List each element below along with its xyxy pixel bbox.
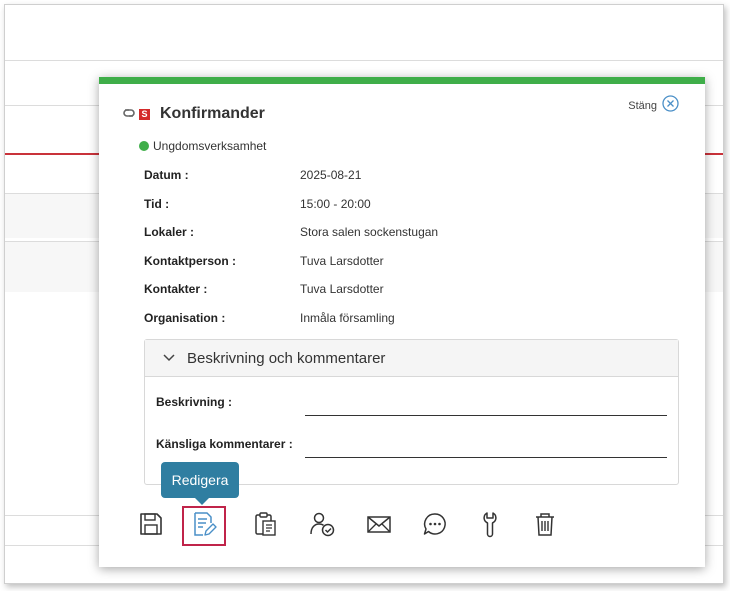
dialog-title: Konfirmander xyxy=(160,105,265,122)
close-button[interactable]: Stäng xyxy=(628,95,679,117)
field-organisation: Organisation : Inmåla församling xyxy=(144,311,544,327)
field-kontaktperson: Kontaktperson : Tuva Larsdotter xyxy=(144,254,544,270)
field-value: Tuva Larsdotter xyxy=(300,254,384,268)
edit-tooltip: Redigera xyxy=(161,462,239,505)
close-label: Stäng xyxy=(628,100,657,112)
comment-button[interactable] xyxy=(413,506,457,546)
booking-dialog: S Konfirmander Stäng Ungdomsverksamhet D… xyxy=(99,77,705,567)
field-datum: Datum : 2025-08-21 xyxy=(144,168,544,184)
field-label: Organisation : xyxy=(144,311,226,325)
description-label: Beskrivning : xyxy=(156,395,233,409)
save-button[interactable] xyxy=(129,506,173,546)
field-value: Inmåla församling xyxy=(300,311,395,325)
description-panel-toggle[interactable]: Beskrivning och kommentarer xyxy=(145,340,678,377)
field-kontakter: Kontakter : Tuva Larsdotter xyxy=(144,282,544,298)
field-label: Lokaler : xyxy=(144,225,195,239)
dialog-status-bar xyxy=(99,77,705,84)
chevron-down-icon xyxy=(163,349,175,367)
send-mail-button[interactable] xyxy=(357,506,401,546)
category-label: Ungdomsverksamhet xyxy=(153,139,267,153)
participant-approve-button[interactable] xyxy=(300,506,344,546)
field-value: 2025-08-21 xyxy=(300,168,362,182)
delete-button[interactable] xyxy=(523,506,567,546)
description-field[interactable] xyxy=(305,414,667,416)
sensitive-comments-label: Känsliga kommentarer : xyxy=(156,437,293,451)
badge-s-icon: S xyxy=(139,108,150,120)
field-tid: Tid : 15:00 - 20:00 xyxy=(144,197,544,213)
copy-button[interactable] xyxy=(243,506,287,546)
settings-button[interactable] xyxy=(468,506,512,546)
dialog-header: S Konfirmander xyxy=(121,104,265,124)
field-label: Datum : xyxy=(144,168,189,182)
sensitive-comments-field[interactable] xyxy=(305,456,667,458)
edit-icon xyxy=(190,510,218,543)
mail-icon xyxy=(365,510,393,543)
chat-icon xyxy=(421,510,449,543)
field-value: Stora salen sockenstugan xyxy=(300,225,439,239)
panel-title: Beskrivning och kommentarer xyxy=(187,349,386,367)
field-label: Tid : xyxy=(144,197,170,211)
trash-icon xyxy=(531,510,559,543)
status-dot-icon xyxy=(139,141,149,151)
category-row: Ungdomsverksamhet xyxy=(139,139,266,153)
save-icon xyxy=(137,510,165,543)
field-value: 15:00 - 20:00 xyxy=(300,197,371,211)
person-check-icon xyxy=(308,510,336,543)
recurring-link-icon xyxy=(121,105,137,123)
field-lokaler: Lokaler : Stora salen sockenstugan xyxy=(144,225,544,241)
edit-button[interactable] xyxy=(182,506,226,546)
field-value: Tuva Larsdotter xyxy=(300,282,384,296)
clipboard-icon xyxy=(251,510,279,543)
wrench-icon xyxy=(476,510,504,543)
field-label: Kontakter : xyxy=(144,282,208,296)
close-icon xyxy=(662,95,679,117)
field-label: Kontaktperson : xyxy=(144,254,237,268)
